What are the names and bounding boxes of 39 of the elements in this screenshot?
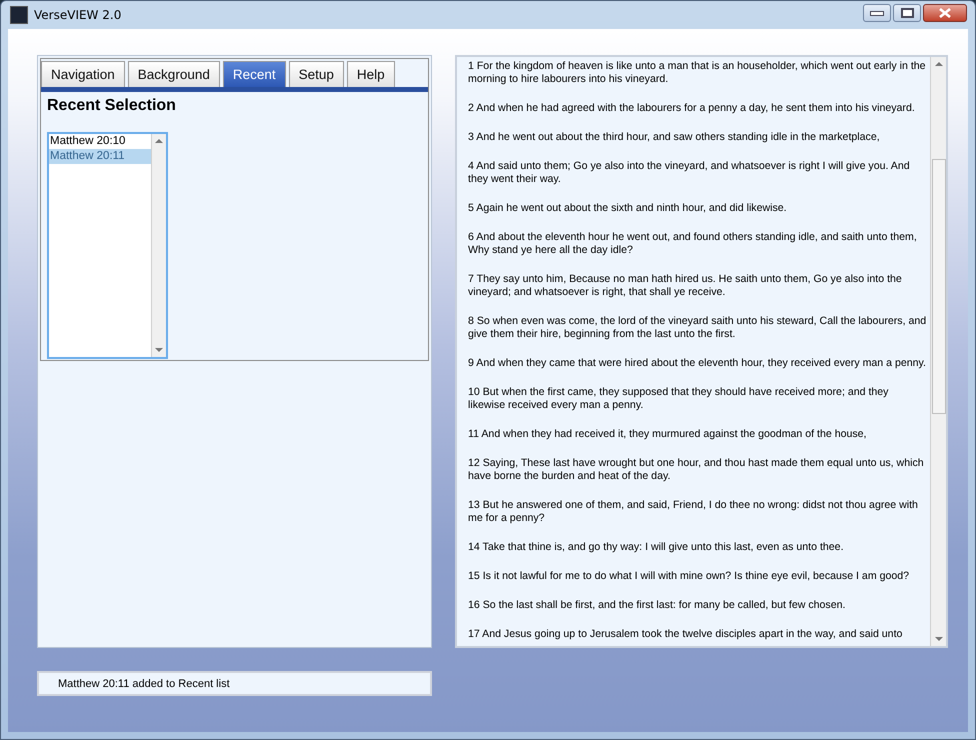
verse-text: 8 So when even was come, the lord of the vineyard saith unto his steward, Call the labourers, and give them their hire, beginning from the last unto the first.: [468, 315, 928, 341]
scroll-up-icon[interactable]: [934, 62, 942, 66]
verse-text: 6 And about the eleventh hour he went out, and found others standing idle, and saith unto them, Why stand ye here all the day idle?: [468, 231, 918, 257]
verse-text: 15 Is it not lawful for me to do what I will with mine own? Is thine eye evil, because I am good?: [468, 570, 910, 583]
verse-text: 10 But when the first came, they supposed that they should have received more; and they likewise received every man a penny.: [468, 386, 890, 412]
verse-text: 4 And said unto them; Go ye also into the vineyard, and whatsoever is right I will give you. And they went their way.: [468, 160, 911, 186]
section-heading: Recent Selection: [47, 97, 177, 115]
tab[interactable]: Help: [346, 61, 395, 87]
scroll-down-icon[interactable]: [155, 348, 163, 352]
tab[interactable]: Navigation: [41, 61, 125, 87]
verse-text: 17 And Jesus going up to Jerusalem took the twelve disciples apart in the way, and said unto: [468, 628, 904, 641]
list-item[interactable]: Matthew 20:10: [49, 134, 151, 149]
verse-text: 2 And when he had agreed with the labourers for a penny a day, he sent them into his vineyard.: [468, 102, 916, 115]
verse-text: 13 But he answered one of them, and said, Friend, I do thee no wrong: didst not thou agree with me for a penny?: [468, 499, 919, 525]
close-button[interactable]: [923, 4, 967, 22]
minimize-button[interactable]: [863, 4, 891, 22]
verse-text: 16 So the last shall be first, and the first last: for many be called, but few chosen.: [468, 599, 846, 612]
scroll-thumb[interactable]: [932, 159, 946, 414]
verse-text: 12 Saying, These last have wrought but one hour, and thou hast made them equal unto us, which have borne the burden and heat of the day.: [468, 457, 925, 483]
scroll-down-icon[interactable]: [934, 637, 942, 641]
scroll-up-icon[interactable]: [155, 139, 163, 143]
tab[interactable]: Background: [128, 61, 220, 87]
verse-text: 14 Take that thine is, and go thy way: I will give unto this last, even as unto thee.: [468, 541, 845, 554]
tab[interactable]: Recent: [222, 61, 286, 87]
verse-text: 11 And when they had received it, they murmured against the goodman of the house,: [468, 428, 868, 441]
list-item[interactable]: Matthew 20:11: [49, 149, 151, 164]
status-message: Matthew 20:11 added to Recent list: [58, 678, 230, 690]
scrollbar[interactable]: [930, 57, 946, 646]
verse-text: 3 And he went out about the third hour, and saw others standing idle in the marketplace,: [468, 131, 881, 144]
tab[interactable]: Setup: [288, 61, 344, 87]
close-icon: [938, 8, 952, 18]
verse-text: 1 For the kingdom of heaven is like unto a man that is an householder, which went out early in the morning to hire labourers into his vineyard.: [468, 60, 927, 86]
maximize-button[interactable]: [893, 4, 921, 22]
verse-text: 9 And when they came that were hired about the eleventh hour, they received every man a penny.: [468, 357, 927, 370]
window-title: VerseVIEW 2.0: [34, 8, 122, 22]
verse-text: 7 They say unto him, Because no man hath hired us. He saith unto them, Go ye also into the vineyard; and whatsoever is right, that shall ye receive.: [468, 273, 903, 299]
app-icon: [10, 6, 28, 24]
verse-text: 5 Again he went out about the sixth and ninth hour, and did likewise.: [468, 202, 788, 215]
scrollbar[interactable]: [151, 134, 166, 357]
